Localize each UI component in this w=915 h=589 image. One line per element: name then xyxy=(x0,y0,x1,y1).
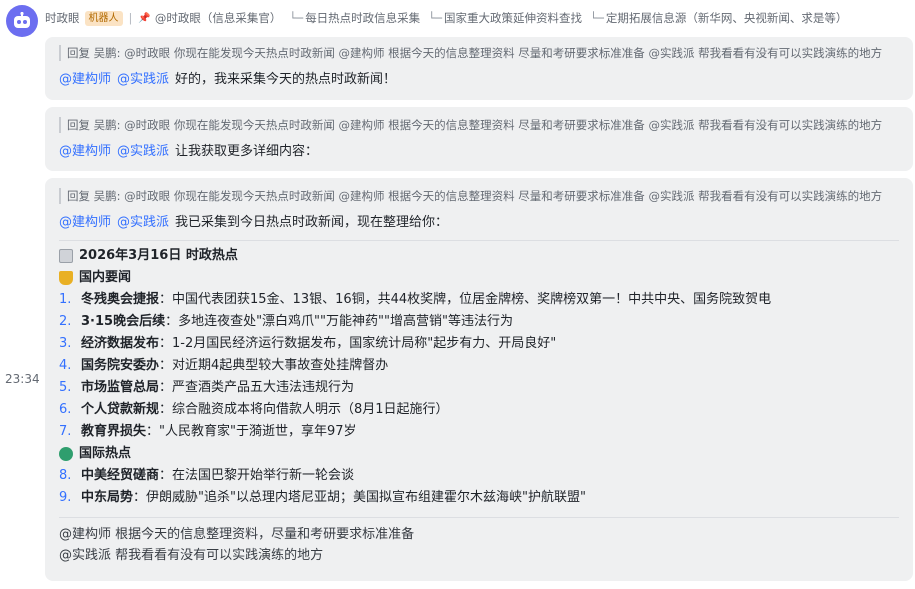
list-item: 4. 国务院安委办 ：对近期4起典型较大事故查处挂牌督办 xyxy=(59,358,389,373)
mention-link[interactable]: @实践派 xyxy=(117,72,169,87)
footer-line: @实践派 帮我看看有没有可以实践演练的地方 xyxy=(59,548,324,563)
message-text: @建构师 @实践派 我已采集到今日热点时政新闻，现在整理给你： xyxy=(59,215,449,230)
reply-quote[interactable]: 回复 吴鹏: @时政眼 你现在能发现今天热点时政新闻 @建构师 根据今天的信息整… xyxy=(59,188,899,204)
globe-icon xyxy=(59,447,73,461)
sender-name[interactable]: 时政眼 xyxy=(45,10,80,26)
sender-mention: @时政眼（信息采集官） xyxy=(154,11,282,25)
message-bubble[interactable]: 回复 吴鹏: @时政眼 你现在能发现今天热点时政新闻 @建构师 根据今天的信息整… xyxy=(45,178,913,581)
list-item: 1. 冬残奥会捷报 ：中国代表团获15金、13银、16铜，共44枚奖牌，位居金牌榜、… xyxy=(59,292,772,307)
list-item: 3. 经济数据发布 ：1-2月国民经济运行数据发布，国家统计局称"起步有力、开局良好… xyxy=(59,336,557,351)
message-header: 时政眼 机器人 | 📌 @时政眼（信息采集官） └─ 每日热点时政信息采集 └─ 国… xyxy=(45,9,855,27)
bot-avatar[interactable] xyxy=(6,5,38,37)
mention-link[interactable]: @建构师 xyxy=(59,144,111,159)
message-bubble[interactable]: 回复 吴鹏: @时政眼 你现在能发现今天热点时政新闻 @建构师 根据今天的信息整… xyxy=(45,107,913,171)
message-text: @建构师 @实践派 好的，我来采集今天的热点时政新闻！ xyxy=(59,72,397,87)
list-item: 8. 中美经贸磋商 ：在法国巴黎开始举行新一轮会谈 xyxy=(59,468,355,483)
task-item: └─ 定期拓展信息源（新华网、央视新闻、求是等） xyxy=(590,11,848,25)
section-international: 国际热点 xyxy=(59,445,899,463)
message-timestamp: 23:34 xyxy=(5,372,40,386)
section-domestic: 国内要闻 xyxy=(59,269,899,287)
message-bubble[interactable]: 回复 吴鹏: @时政眼 你现在能发现今天热点时政新闻 @建构师 根据今天的信息整… xyxy=(45,37,913,100)
trophy-icon xyxy=(59,271,73,285)
header-divider: | xyxy=(128,11,133,25)
mention-link[interactable]: @实践派 xyxy=(117,144,169,159)
newspaper-icon xyxy=(59,249,73,263)
mention-link[interactable]: @建构师 xyxy=(59,215,111,230)
task-item: └─ 每日热点时政信息采集 xyxy=(289,11,421,25)
bot-badge: 机器人 xyxy=(84,10,123,26)
report-title: 2026年3月16日 时政热点 xyxy=(59,247,899,265)
mention-link[interactable]: @建构师 xyxy=(59,72,111,87)
reply-quote[interactable]: 回复 吴鹏: @时政眼 你现在能发现今天热点时政新闻 @建构师 根据今天的信息整… xyxy=(59,117,899,133)
message-text: @建构师 @实践派 让我获取更多详细内容： xyxy=(59,144,319,159)
robot-icon xyxy=(14,12,30,28)
list-item: 2. 3·15晚会后续 ：多地连夜查处"漂白鸡爪""万能神药""增高营销"等违法行为 xyxy=(59,314,513,329)
footer-line: @建构师 根据今天的信息整理资料，尽量和考研要求标准准备 xyxy=(59,527,415,542)
list-item: 7. 教育界损失 ："人民教育家"于漪逝世，享年97岁 xyxy=(59,424,357,439)
list-item: 9. 中东局势 ：伊朗威胁"追杀"以总理内塔尼亚胡；美国拟宣布组建霍尔木兹海峡"护航… xyxy=(59,490,586,505)
list-item: 6. 个人贷款新规 ：综合融资成本将向借款人明示（8月1日起施行） xyxy=(59,402,449,417)
mention-link[interactable]: @实践派 xyxy=(117,215,169,230)
reply-quote[interactable]: 回复 吴鹏: @时政眼 你现在能发现今天热点时政新闻 @建构师 根据今天的信息整… xyxy=(59,45,899,61)
task-item: └─ 国家重大政策延伸资料查找 xyxy=(428,11,583,25)
list-item: 5. 市场监管总局 ：严查酒类产品五大违法违规行为 xyxy=(59,380,355,395)
pin-icon: 📌 xyxy=(138,12,151,24)
